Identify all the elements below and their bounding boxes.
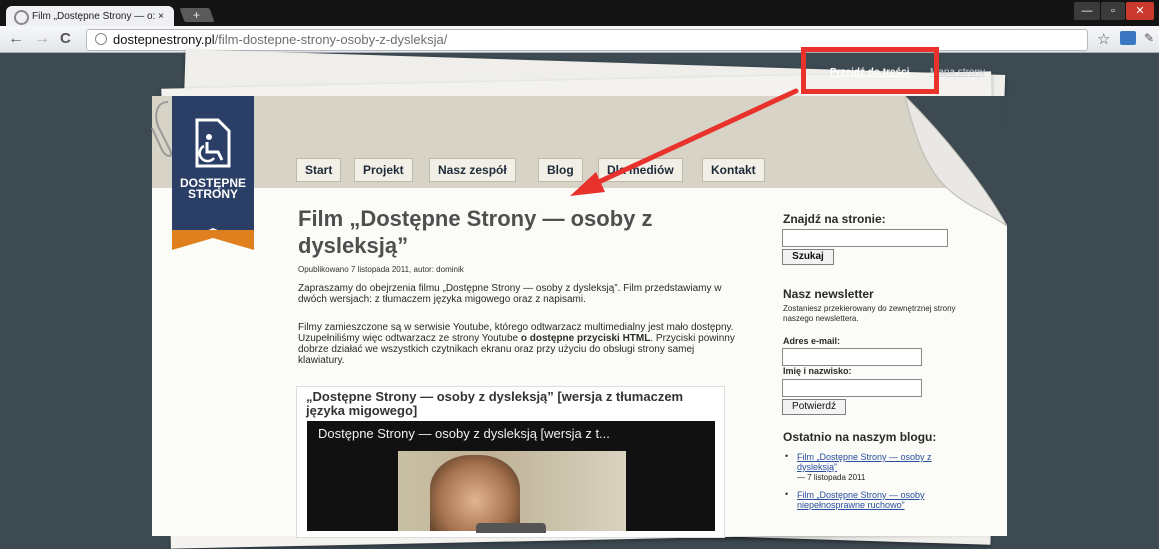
email-label: Adres e-mail: [783, 336, 841, 346]
video-heading: „Dostępne Strony — osoby z dysleksją” [w… [306, 389, 684, 418]
page-curl-icon [905, 96, 1007, 226]
blog-post-date: — 7 listopada 2011 [797, 473, 866, 482]
new-tab-button[interactable]: + [179, 8, 215, 22]
back-icon[interactable]: ← [8, 30, 24, 48]
url-host: dostepnestrony.pl [113, 32, 215, 47]
browser-tab-strip: Film „Dostępne Strony — o: × + — ▫ ✕ [0, 0, 1159, 28]
blog-post-link[interactable]: Film „Dostępne Strony — osoby z dysleksj… [797, 452, 963, 472]
browser-toolbar: ← → C dostepnestrony.pl/film-dostepne-st… [0, 26, 1159, 53]
article-title: Film „Dostępne Strony — osoby z dysleksj… [298, 206, 653, 258]
blog-post-link[interactable]: Film „Dostępne Strony — osoby niepełnosp… [797, 490, 963, 510]
browser-tab[interactable]: Film „Dostępne Strony — o: × [6, 6, 174, 28]
nav-item-media[interactable]: Dla mediów [598, 158, 683, 182]
search-input[interactable] [782, 229, 948, 247]
nav-item-projekt[interactable]: Projekt [354, 158, 413, 182]
close-window-icon[interactable]: ✕ [1126, 2, 1154, 20]
name-field[interactable] [782, 379, 922, 397]
plus-icon: + [193, 8, 201, 22]
forward-icon[interactable]: → [34, 30, 50, 48]
search-button[interactable]: Szukaj [782, 249, 834, 265]
accessible-buttons-emphasis: o dostępne przyciski HTML [520, 333, 651, 344]
wrench-icon[interactable]: ✎ [1144, 31, 1154, 45]
list-item: Film „Dostępne Strony — osoby niepełnosp… [783, 489, 963, 510]
nav-item-kontakt[interactable]: Kontakt [702, 158, 765, 182]
nav-item-start[interactable]: Start [296, 158, 342, 182]
video-player-title: Dostępne Strony — osoby z dysleksją [wer… [318, 426, 610, 441]
list-item: Film „Dostępne Strony — osoby z dysleksj… [783, 451, 963, 482]
annotation-highlight-box [801, 47, 939, 94]
article-paragraph: Zapraszamy do obejrzenia filmu „Dostępne… [298, 283, 722, 305]
maximize-icon[interactable]: ▫ [1101, 2, 1125, 20]
article-meta: Opublikowano 7 listopada 2011, autor: do… [298, 265, 464, 274]
logo-text: DOSTĘPNE STRONY [179, 176, 246, 201]
url-path: /film-dostepne-strony-osoby-z-dysleksja/ [214, 32, 448, 47]
minimize-icon[interactable]: — [1074, 2, 1100, 20]
accessible-document-icon [195, 118, 231, 168]
reload-icon[interactable]: C [60, 30, 71, 47]
globe-icon [14, 10, 29, 25]
video-person [430, 455, 520, 531]
window-controls: — ▫ ✕ [1074, 2, 1154, 20]
tab-title: Film „Dostępne Strony — o: × [32, 11, 164, 22]
newsletter-note: Zostaniesz przekierowany do zewnętrznej … [783, 304, 956, 323]
search-heading: Znajdź na stronie: [783, 212, 886, 226]
blog-heading: Ostatnio na naszym blogu: [783, 430, 937, 444]
newsletter-heading: Nasz newsletter [783, 287, 874, 301]
video-play-button[interactable] [476, 523, 546, 533]
blog-list: Film „Dostępne Strony — osoby z dysleksj… [783, 451, 963, 518]
email-field[interactable] [782, 348, 922, 366]
article-paragraph: Filmy zamieszczone są w serwisie Youtube… [298, 322, 735, 366]
nav-item-blog[interactable]: Blog [538, 158, 583, 182]
confirm-button[interactable]: Potwierdź [782, 399, 846, 415]
nav-item-zespol[interactable]: Nasz zespół [429, 158, 516, 182]
extension-icon[interactable] [1120, 31, 1136, 45]
bookmark-star-icon[interactable]: ☆ [1097, 30, 1110, 48]
name-label: Imię i nazwisko: [783, 366, 852, 376]
page-icon [95, 33, 107, 45]
